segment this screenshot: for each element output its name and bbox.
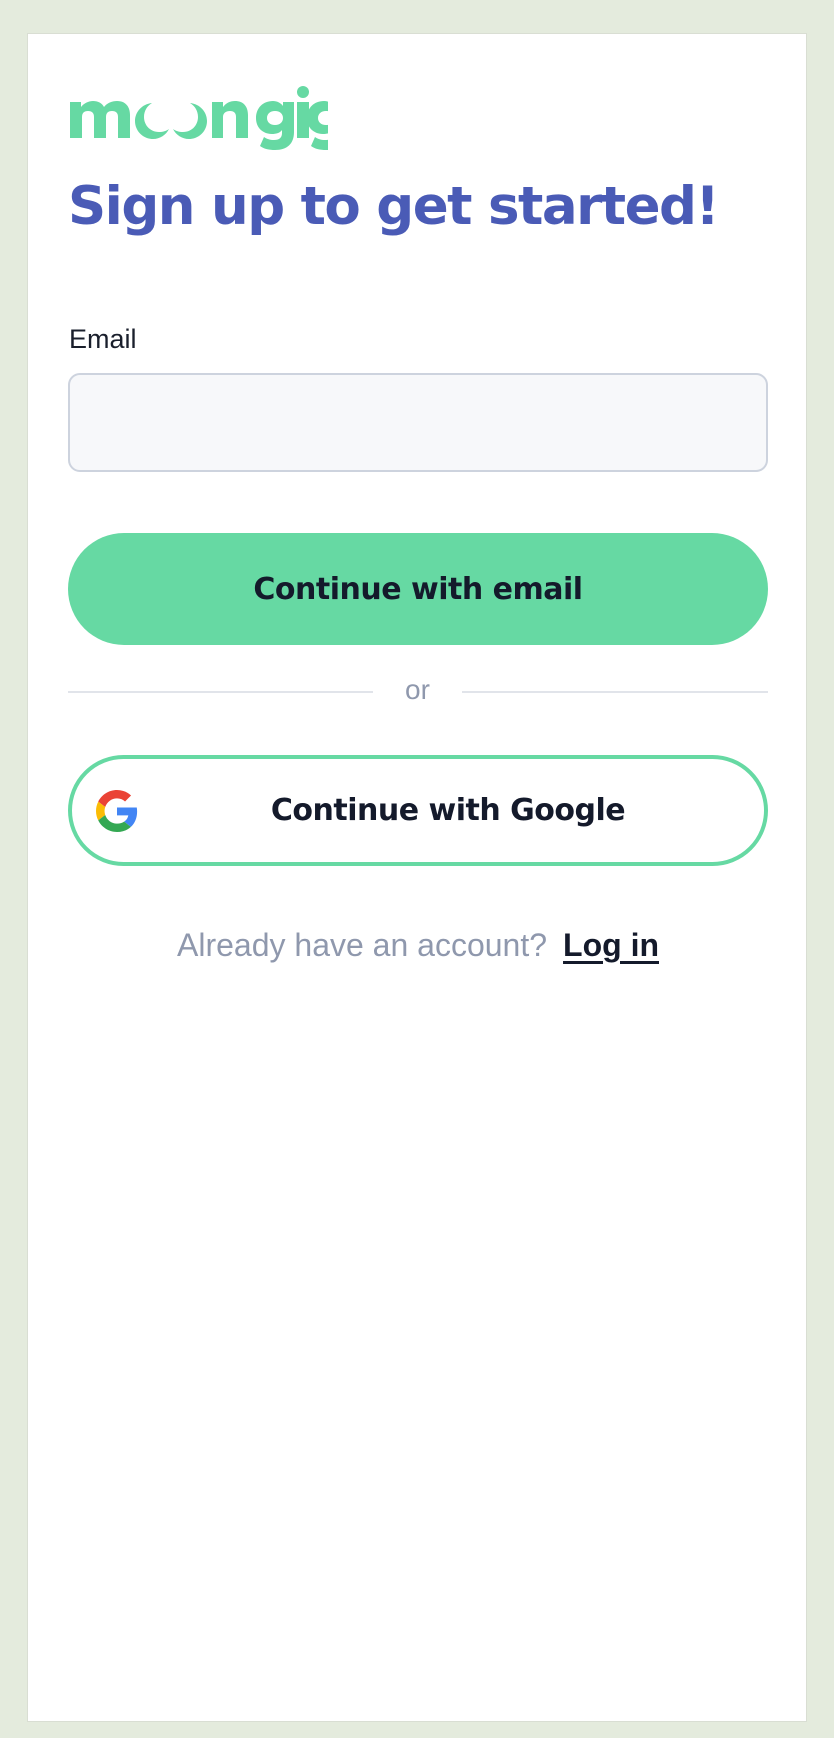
moongig-logo bbox=[70, 86, 328, 150]
continue-with-email-button[interactable]: Continue with email bbox=[68, 533, 768, 645]
login-prompt-row: Already have an account? Log in bbox=[28, 927, 808, 964]
divider-line-right bbox=[462, 691, 768, 693]
continue-with-google-button[interactable]: Continue with Google bbox=[68, 755, 768, 866]
email-field[interactable] bbox=[68, 373, 768, 472]
signup-card: Sign up to get started! Email Continue w… bbox=[27, 33, 807, 1722]
divider-line-left bbox=[68, 691, 373, 693]
google-button-label: Continue with Google bbox=[270, 793, 626, 828]
login-link[interactable]: Log in bbox=[563, 927, 659, 963]
email-label: Email bbox=[69, 324, 137, 354]
divider-or: or bbox=[405, 674, 430, 705]
login-prompt-text: Already have an account? bbox=[177, 927, 548, 963]
page-title: Sign up to get started! bbox=[68, 176, 720, 237]
